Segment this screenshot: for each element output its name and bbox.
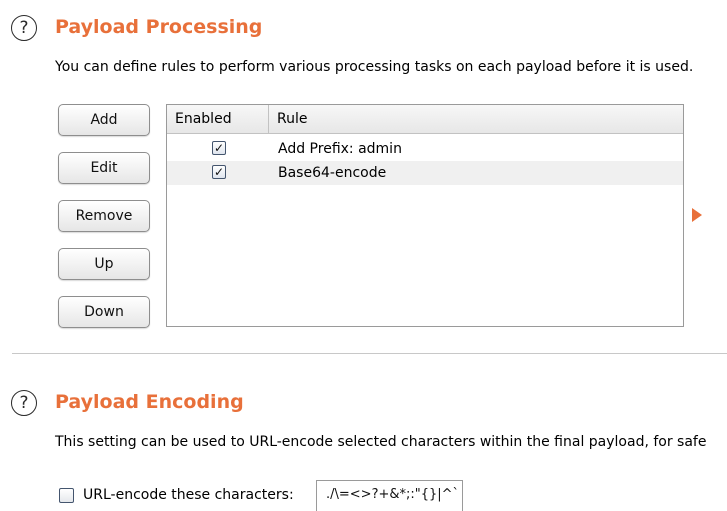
add-button[interactable]: Add bbox=[58, 104, 150, 136]
encoding-description: This setting can be used to URL-encode s… bbox=[55, 434, 707, 450]
edit-button[interactable]: Edit bbox=[58, 152, 150, 184]
down-button[interactable]: Down bbox=[58, 296, 150, 328]
table-header: Enabled Rule bbox=[167, 105, 683, 134]
section-title-processing: Payload Processing bbox=[55, 16, 263, 38]
enabled-checkbox[interactable]: ✓ bbox=[212, 165, 226, 179]
section-divider bbox=[12, 353, 727, 354]
expand-arrow-icon[interactable] bbox=[692, 208, 702, 222]
table-row[interactable]: ✓ Add Prefix: admin bbox=[167, 137, 683, 161]
section-title-encoding: Payload Encoding bbox=[55, 391, 244, 413]
help-icon[interactable]: ? bbox=[11, 15, 37, 41]
url-encode-characters-input[interactable]: ./\=<>?+&*;:"{}|^` bbox=[316, 480, 463, 511]
checkmark-icon: ✓ bbox=[212, 165, 226, 179]
column-header-rule[interactable]: Rule bbox=[269, 105, 683, 133]
url-encode-checkbox[interactable] bbox=[59, 488, 74, 503]
help-icon[interactable]: ? bbox=[11, 390, 37, 416]
remove-button[interactable]: Remove bbox=[58, 200, 150, 232]
enabled-checkbox[interactable]: ✓ bbox=[212, 141, 226, 155]
processing-description: You can define rules to perform various … bbox=[55, 59, 694, 75]
up-button[interactable]: Up bbox=[58, 248, 150, 280]
checkmark-icon: ✓ bbox=[212, 141, 226, 155]
table-row[interactable]: ✓ Base64-encode bbox=[167, 161, 683, 185]
url-encode-label: URL-encode these characters: bbox=[83, 487, 294, 503]
checkbox-box[interactable] bbox=[59, 488, 74, 503]
rules-table: Enabled Rule ✓ Add Prefix: admin ✓ Base6… bbox=[166, 104, 684, 327]
rule-cell: Base64-encode bbox=[278, 165, 387, 181]
column-header-enabled[interactable]: Enabled bbox=[167, 105, 269, 133]
rule-cell: Add Prefix: admin bbox=[278, 141, 402, 157]
